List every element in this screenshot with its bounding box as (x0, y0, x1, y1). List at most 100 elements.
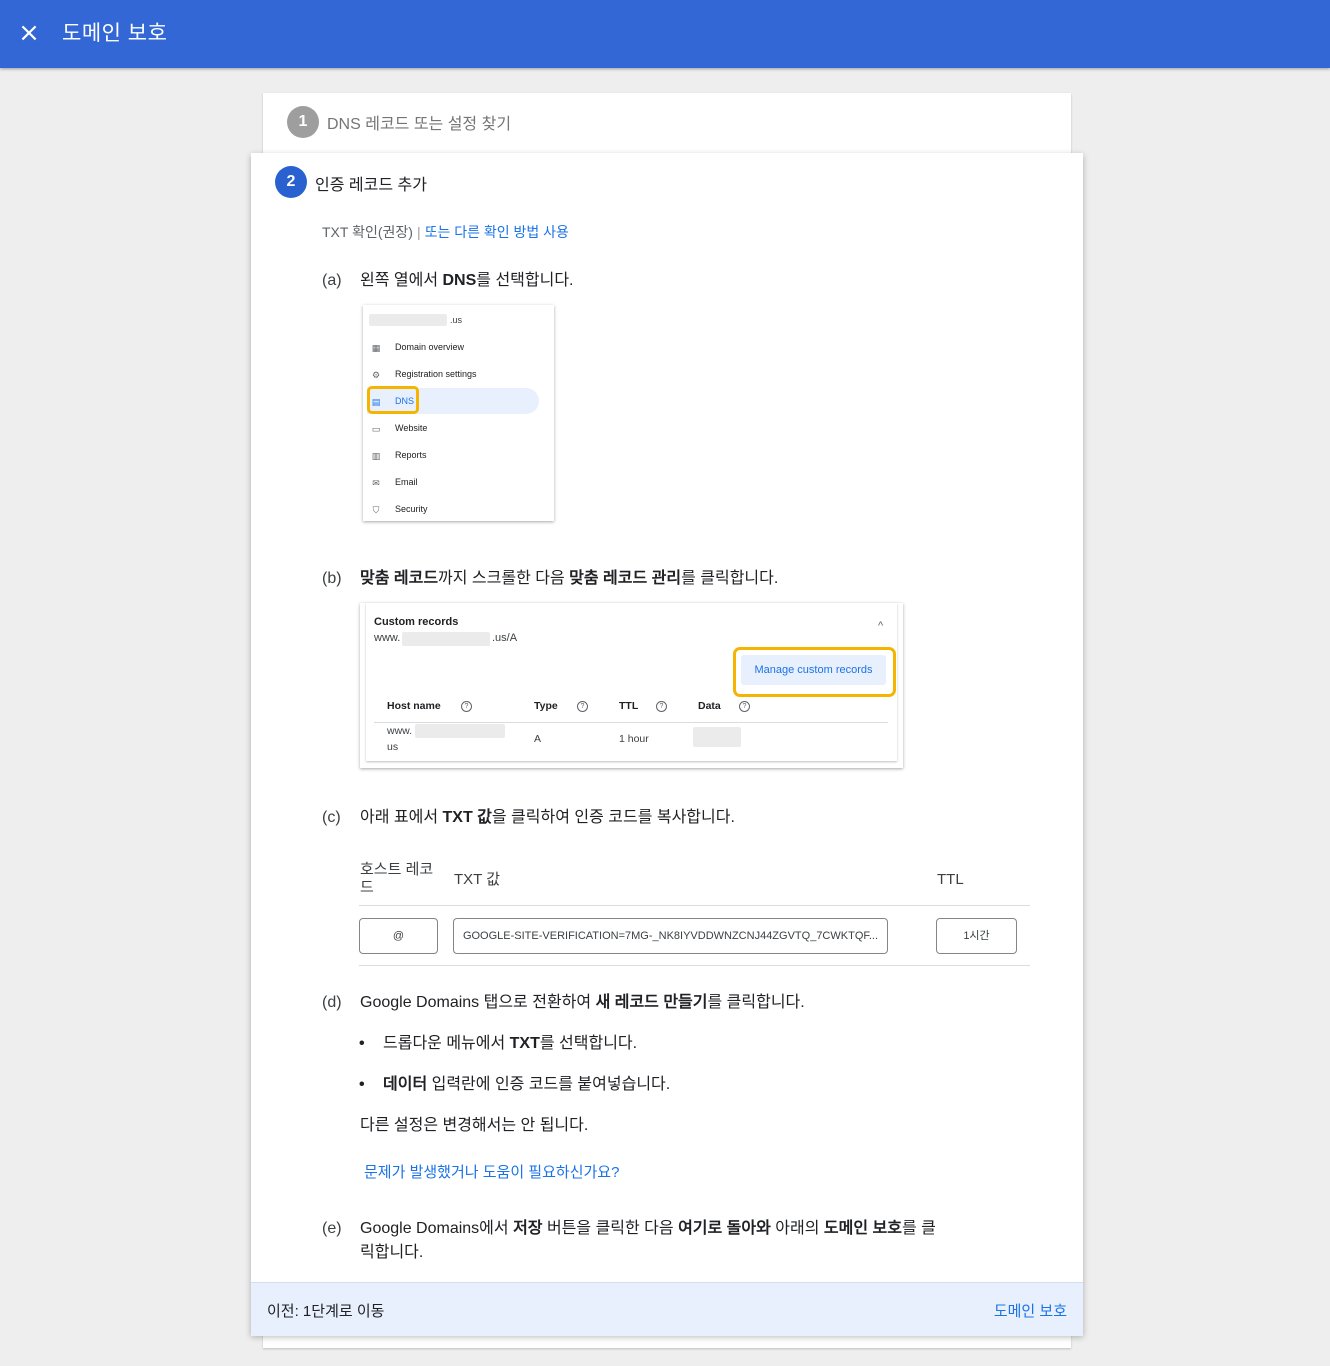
custom-records-title: Custom records (374, 616, 459, 628)
bullet-pre: 드롭다운 메뉴에서 (383, 1035, 510, 1052)
instruction-e-mark: (e) (322, 1220, 342, 1237)
instruction-c-mark: (c) (322, 809, 341, 826)
row-host-prefix: www. (387, 725, 413, 737)
instruction-b-mark: (b) (322, 570, 342, 587)
nav-item-reports: ▥ Reports (363, 445, 554, 467)
instruction-d-pre: Google Domains 탭으로 전환하여 (360, 994, 596, 1011)
close-icon[interactable]: × (16, 20, 42, 46)
top-app-bar: × 도메인 보호 (0, 0, 1330, 68)
col-host-name: Host name (387, 700, 441, 712)
col-data: Data (698, 700, 721, 712)
instruction-e: (e) Google Domains에서 저장 버튼을 클릭한 다음 여기로 돌아… (322, 1217, 1022, 1265)
instruction-e-p1: Google Domains에서 (360, 1220, 514, 1237)
website-icon: ▭ (371, 424, 381, 434)
instruction-e-p3: 아래의 (770, 1220, 824, 1237)
instruction-c: (c) 아래 표에서 TXT 값을 클릭하여 인증 코드를 복사합니다. (322, 806, 735, 830)
header-divider (359, 905, 1030, 906)
instruction-a-mark: (a) (322, 272, 342, 289)
bullet-bold: TXT (509, 1035, 540, 1052)
nav-item-domain-overview: ▦ Domain overview (363, 337, 554, 359)
nav-item-email: ✉ Email (363, 472, 554, 494)
nav-item-label: Security (395, 504, 428, 514)
bullet-item: • 데이터 입력란에 인증 코드를 붙여넣습니다. (359, 1073, 670, 1097)
instruction-e-b3: 도메인 보호 (823, 1220, 902, 1237)
bullet-post: 를 선택합니다. (539, 1035, 638, 1052)
step-1-header[interactable]: 1 DNS 레코드 또는 설정 찾기 (287, 106, 511, 138)
nav-item-label: Website (395, 423, 428, 433)
table-divider (374, 722, 888, 723)
redacted-domain (369, 314, 447, 326)
instruction-e-p4: 를 클 (901, 1220, 936, 1237)
step-2-header: 2 인증 레코드 추가 (275, 166, 427, 198)
verification-method: TXT 확인(권장) | 또는 다른 확인 방법 사용 (322, 222, 569, 242)
help-icon: ? (461, 701, 472, 712)
grid-icon: ▦ (371, 343, 381, 353)
col-type: Type (534, 700, 558, 712)
custom-records-screenshot: Custom records www. .us/A ^ Manage custo… (360, 603, 903, 768)
method-current: TXT 확인(권장) (322, 224, 413, 240)
header-host-record: 호스트 레코드 (360, 861, 434, 896)
gear-icon: ⚙ (371, 370, 381, 380)
row-ttl: 1 hour (619, 733, 649, 745)
header-ttl: TTL (937, 871, 964, 888)
instruction-b-mid: 까지 스크롤한 다음 (438, 570, 570, 587)
settings-note: 다른 설정은 변경해서는 안 됩니다. (360, 1117, 589, 1134)
instruction-a-post: 를 선택합니다. (476, 272, 574, 289)
help-icon: ? (577, 701, 588, 712)
instruction-b-bold1: 맞춤 레코드 (360, 570, 439, 587)
email-icon: ✉ (372, 478, 380, 488)
step-1-label: DNS 레코드 또는 설정 찾기 (327, 116, 512, 133)
instruction-a: (a) 왼쪽 열에서 DNS를 선택합니다. (322, 269, 574, 293)
txt-record-table: 호스트 레코드 TXT 값 TTL @ GOOGLE-SITE-VERIFICA… (359, 858, 1030, 966)
shield-icon: ⛉ (372, 505, 380, 515)
nav-item-label: Reports (395, 450, 427, 460)
col-ttl: TTL (619, 700, 639, 712)
redacted-row-host (415, 724, 505, 738)
instruction-a-bold: DNS (442, 272, 477, 289)
dns-nav-screenshot: .us ▦ Domain overview ⚙ Registration setti… (363, 305, 554, 521)
step-1-badge: 1 (287, 106, 319, 138)
nav-item-security: ⛉ Security (363, 499, 554, 521)
reports-icon: ▥ (371, 451, 381, 461)
instruction-b-bold2: 맞춤 레코드 관리 (569, 570, 682, 587)
protect-domain-button[interactable]: 도메인 보호 (994, 1300, 1067, 1321)
custom-records-host-suffix: .us/A (492, 632, 518, 644)
dns-highlight-box (367, 386, 419, 414)
redacted-host (402, 632, 490, 646)
alternate-method-link[interactable]: 또는 다른 확인 방법 사용 (425, 224, 569, 240)
step-2-card: 2 인증 레코드 추가 TXT 확인(권장) | 또는 다른 확인 방법 사용 (a… (251, 153, 1083, 1336)
nav-item-registration-settings: ⚙ Registration settings (363, 364, 554, 386)
manage-custom-records-button: Manage custom records (741, 655, 886, 685)
nav-item-label: Email (395, 477, 418, 487)
row-type: A (534, 733, 542, 745)
help-icon: ? (656, 701, 667, 712)
previous-step-button[interactable]: 이전: 1단계로 이동 (267, 1300, 384, 1321)
redacted-data (693, 727, 741, 747)
ttl-field[interactable]: 1시간 (936, 918, 1017, 954)
txt-value-field[interactable]: GOOGLE-SITE-VERIFICATION=7MG-_NK8IYVDDWN… (453, 918, 888, 954)
domain-suffix: .us (450, 315, 463, 325)
bullet-item: • 드롭다운 메뉴에서 TXT를 선택합니다. (359, 1032, 637, 1056)
custom-records-host-prefix: www. (374, 632, 401, 644)
instruction-d: (d) Google Domains 탭으로 전환하여 새 레코드 만들기를 클릭… (322, 991, 805, 1015)
step-2-label: 인증 레코드 추가 (315, 177, 427, 194)
page-title: 도메인 보호 (62, 22, 168, 45)
help-icon: ? (739, 701, 750, 712)
instruction-d-post: 를 클릭합니다. (707, 994, 805, 1011)
nav-item-label: Registration settings (395, 369, 477, 379)
custom-records-panel: Custom records www. .us/A ^ Manage custo… (366, 603, 897, 761)
instruction-a-text: 왼쪽 열에서 (360, 272, 443, 289)
method-separator: | (416, 224, 421, 240)
instruction-c-bold: TXT 값 (442, 809, 492, 826)
instruction-e-b2: 여기로 돌아와 (678, 1220, 771, 1237)
instruction-b: (b) 맞춤 레코드까지 스크롤한 다음 맞춤 레코드 관리를 클릭합니다. (322, 567, 778, 591)
instruction-c-pre: 아래 표에서 (360, 809, 443, 826)
instruction-b-post: 를 클릭합니다. (681, 570, 779, 587)
bullet-dot: • (359, 1035, 365, 1052)
nav-item-label: Domain overview (395, 342, 465, 352)
nav-item-website: ▭ Website (363, 418, 554, 440)
instruction-c-post: 을 클릭하여 인증 코드를 복사합니다. (491, 809, 735, 826)
help-link[interactable]: 문제가 발생했거나 도움이 필요하신가요? (364, 1161, 619, 1182)
host-record-field[interactable]: @ (359, 918, 438, 954)
row-host-suffix: us (387, 741, 399, 753)
